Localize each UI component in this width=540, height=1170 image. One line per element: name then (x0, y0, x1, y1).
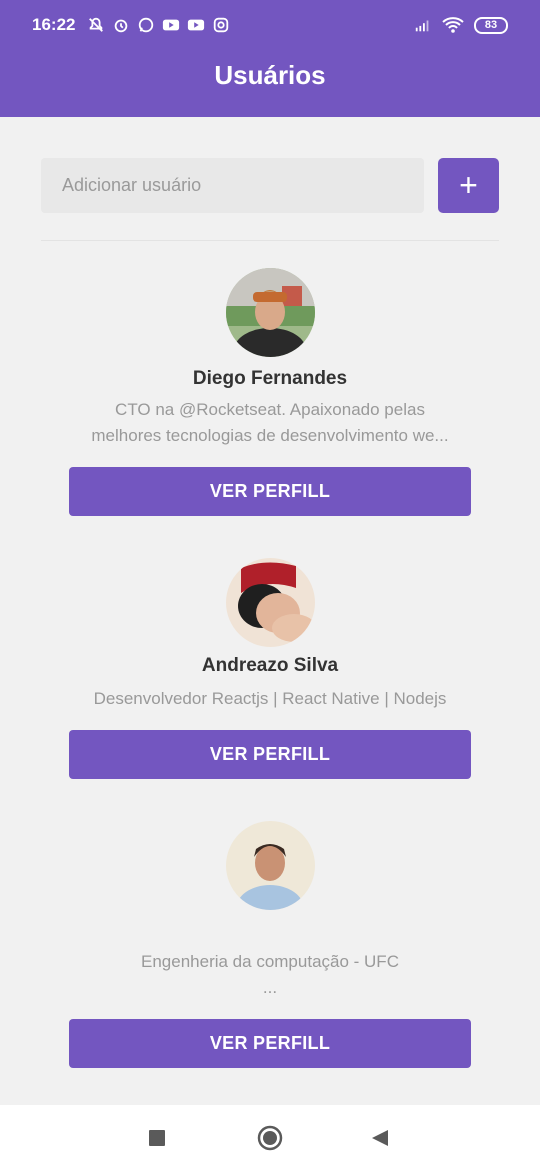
status-time: 16:22 (32, 15, 76, 34)
back-icon[interactable] (371, 1129, 389, 1147)
add-user-input[interactable] (41, 158, 424, 213)
app-header: 16:22 83 Usuários (0, 0, 540, 117)
user-bio: Engenheria da computação - UFC ... (70, 949, 470, 1001)
signal-icon (415, 20, 429, 32)
user-name: Andreazo Silva (201, 655, 339, 676)
home-icon[interactable] (257, 1125, 283, 1151)
alarm-icon (115, 19, 128, 33)
user-bio-line: ... (262, 978, 278, 997)
avatar (226, 821, 315, 910)
view-profile-button[interactable]: VER PERFILL (69, 467, 471, 516)
battery-icon: 83 (474, 16, 508, 34)
user-bio-line: melhores tecnologias de desenvolvimento … (91, 426, 449, 445)
add-user-button[interactable]: + (438, 158, 499, 213)
user-bio-line: CTO na @Rocketseat. Apaixonado pelas (115, 400, 425, 419)
divider (41, 240, 499, 241)
user-bio-line: Desenvolvedor Reactjs | React Native | N… (93, 689, 447, 708)
avatar (226, 558, 315, 647)
recents-icon[interactable] (149, 1130, 165, 1146)
system-nav-bar (0, 1105, 540, 1170)
user-card: Engenheria da computação - UFC ... VER P… (0, 821, 540, 1071)
user-list-screen[interactable]: + Diego Fernandes CTO na @Rocketseat. Ap… (0, 117, 540, 1105)
whatsapp-icon (139, 17, 154, 33)
view-profile-button[interactable]: VER PERFILL (69, 1019, 471, 1068)
youtube-icon (188, 19, 205, 31)
notifications-off-icon (89, 17, 104, 32)
youtube-icon (163, 19, 180, 31)
user-bio-line: Engenheria da computação - UFC (141, 952, 399, 971)
user-card: Diego Fernandes CTO na @Rocketseat. Apai… (0, 268, 540, 518)
avatar (226, 268, 315, 357)
add-user-form: + (41, 158, 499, 213)
user-card: Andreazo Silva Desenvolvedor Reactjs | R… (0, 558, 540, 780)
page-title: Usuários (214, 60, 326, 90)
user-name: Diego Fernandes (192, 368, 348, 389)
user-bio: CTO na @Rocketseat. Apaixonado pelas mel… (70, 397, 470, 449)
view-profile-button[interactable]: VER PERFILL (69, 730, 471, 779)
wifi-icon (442, 17, 464, 33)
user-bio: Desenvolvedor Reactjs | React Native | N… (50, 686, 490, 712)
status-bar: 16:22 83 (0, 0, 540, 50)
instagram-icon (214, 17, 229, 33)
